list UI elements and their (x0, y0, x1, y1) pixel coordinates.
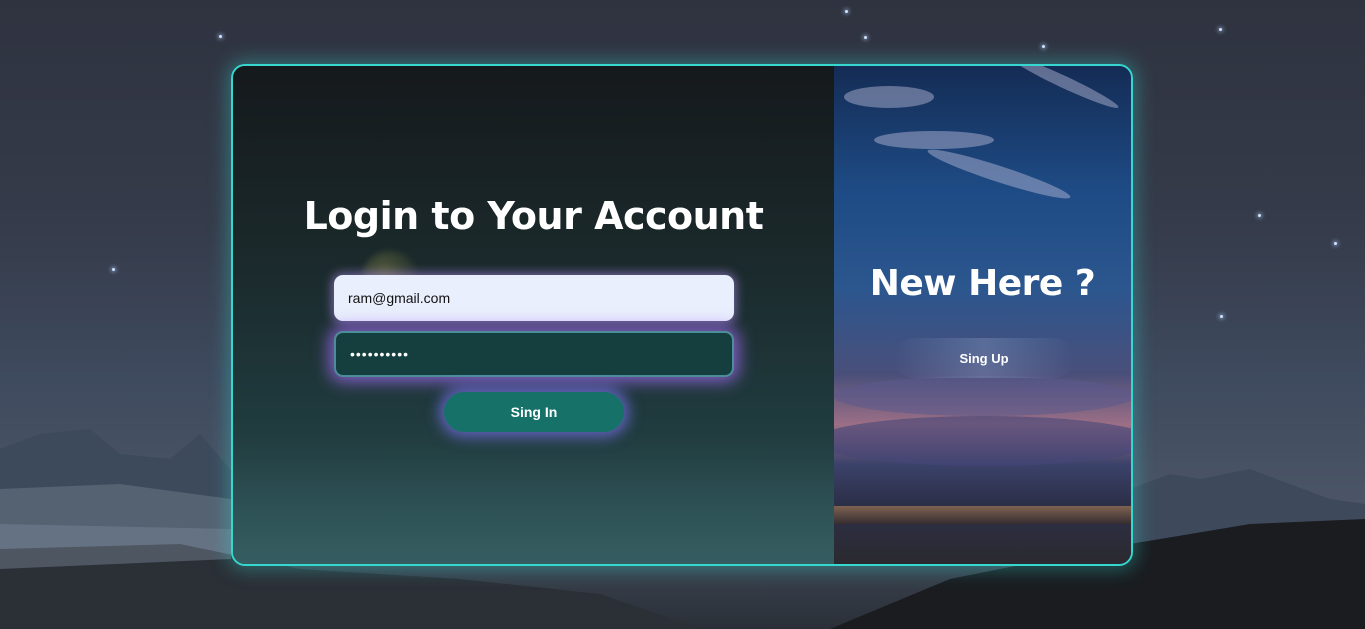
horizon-lights (834, 506, 1131, 524)
email-input[interactable] (334, 275, 734, 321)
cloud (844, 86, 934, 108)
star (1334, 242, 1337, 245)
star (1219, 28, 1222, 31)
signup-panel: New Here ? Sing Up (834, 66, 1131, 564)
star (845, 10, 848, 13)
new-here-title: New Here ? (869, 263, 1096, 304)
signup-button[interactable]: Sing Up (894, 338, 1074, 378)
auth-card: Login to Your Account Sing In New Here ?… (231, 64, 1133, 566)
star (1220, 315, 1223, 318)
cloud (1007, 66, 1121, 113)
star (112, 268, 115, 271)
login-title: Login to Your Account (303, 194, 764, 238)
login-panel: Login to Your Account Sing In (233, 66, 834, 564)
star (864, 36, 867, 39)
password-input[interactable] (334, 331, 734, 377)
star (1258, 214, 1261, 217)
cloud (834, 416, 1131, 466)
cloud (925, 143, 1073, 205)
signin-button[interactable]: Sing In (444, 392, 624, 432)
star (219, 35, 222, 38)
fog-overlay (233, 444, 834, 564)
star (1042, 45, 1045, 48)
cloud (834, 376, 1131, 416)
cloud (874, 131, 994, 149)
